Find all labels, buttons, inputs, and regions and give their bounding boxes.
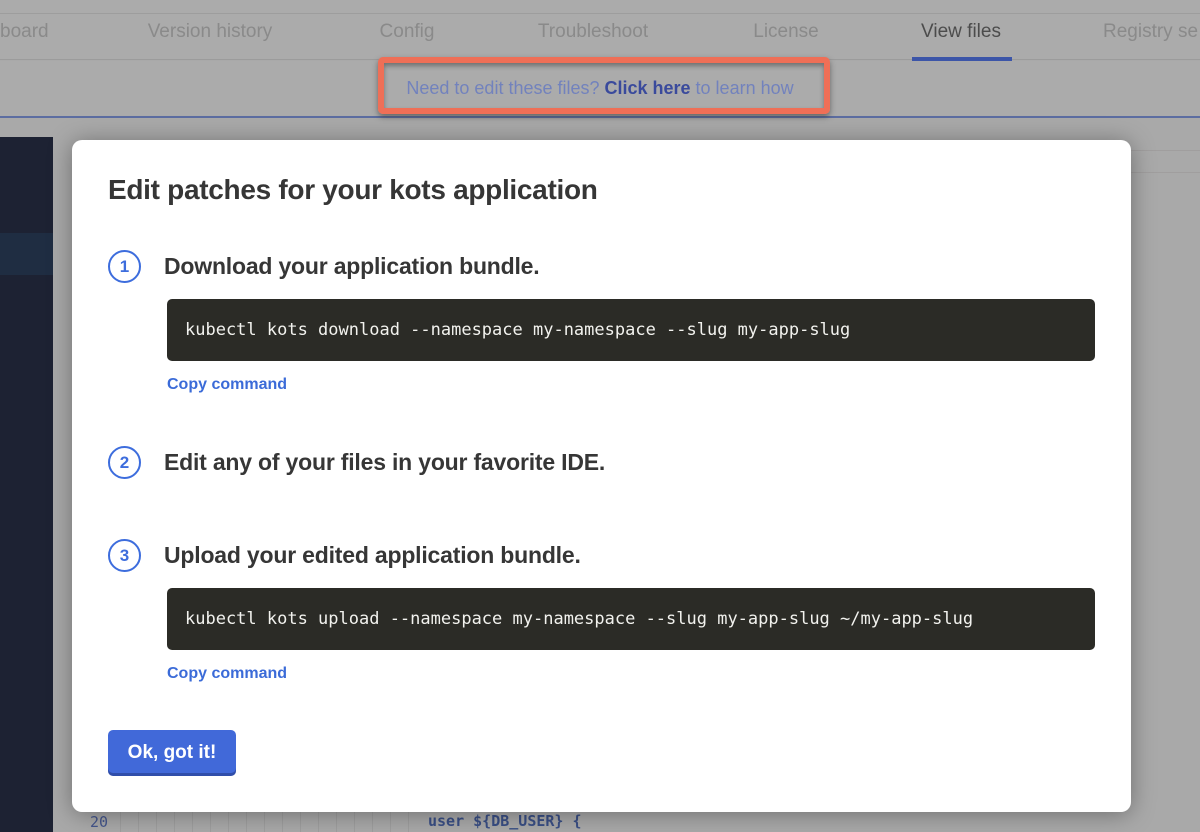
edit-files-banner: Need to edit these files? Click here to … [0, 61, 1200, 118]
tab-view-files[interactable]: View files [921, 0, 1001, 60]
download-command-block: kubectl kots download --namespace my-nam… [167, 299, 1095, 361]
editor-line-number: 20 [90, 813, 108, 831]
modal-title: Edit patches for your kots application [108, 174, 1095, 206]
file-tree-selected-item [0, 233, 53, 275]
step-1-heading: Download your application bundle. [164, 253, 539, 280]
tab-license[interactable]: License [753, 0, 819, 60]
ok-got-it-button[interactable]: Ok, got it! [108, 730, 236, 776]
app-nav-tab-bar: board Version history Config Troubleshoo… [0, 0, 1200, 60]
step-2-row: 2 Edit any of your files in your favorit… [108, 446, 1095, 479]
copy-download-command-link[interactable]: Copy command [167, 376, 287, 394]
step-2-heading: Edit any of your files in your favorite … [164, 449, 605, 476]
step-2-number-badge: 2 [108, 446, 141, 479]
code-editor-fragment: 20 user ${DB_USER} { [0, 812, 1200, 832]
banner-text-suffix: to learn how [691, 78, 794, 98]
tab-registry-settings[interactable]: Registry se [1103, 0, 1198, 60]
step-1-number-badge: 1 [108, 250, 141, 283]
tab-config[interactable]: Config [380, 0, 435, 60]
background-divider-line [1131, 172, 1200, 173]
step-3-number-badge: 3 [108, 539, 141, 572]
tab-dashboard[interactable]: board [0, 0, 49, 60]
tab-troubleshoot[interactable]: Troubleshoot [538, 0, 648, 60]
banner-click-here-link[interactable]: Click here [605, 78, 691, 98]
step-3-row: 3 Upload your edited application bundle. [108, 539, 1095, 572]
upload-command-block: kubectl kots upload --namespace my-names… [167, 588, 1095, 650]
copy-upload-command-link[interactable]: Copy command [167, 665, 287, 683]
background-divider-line [1131, 150, 1200, 151]
editor-indent-guides [120, 812, 420, 832]
banner-text-prefix: Need to edit these files? [406, 78, 604, 98]
editor-code-line: user ${DB_USER} { [428, 812, 582, 830]
file-tree-sidebar [0, 137, 53, 832]
edit-patches-modal: Edit patches for your kots application 1… [72, 140, 1131, 812]
tab-version-history[interactable]: Version history [148, 0, 273, 60]
step-3-heading: Upload your edited application bundle. [164, 542, 581, 569]
step-1-row: 1 Download your application bundle. [108, 250, 1095, 283]
